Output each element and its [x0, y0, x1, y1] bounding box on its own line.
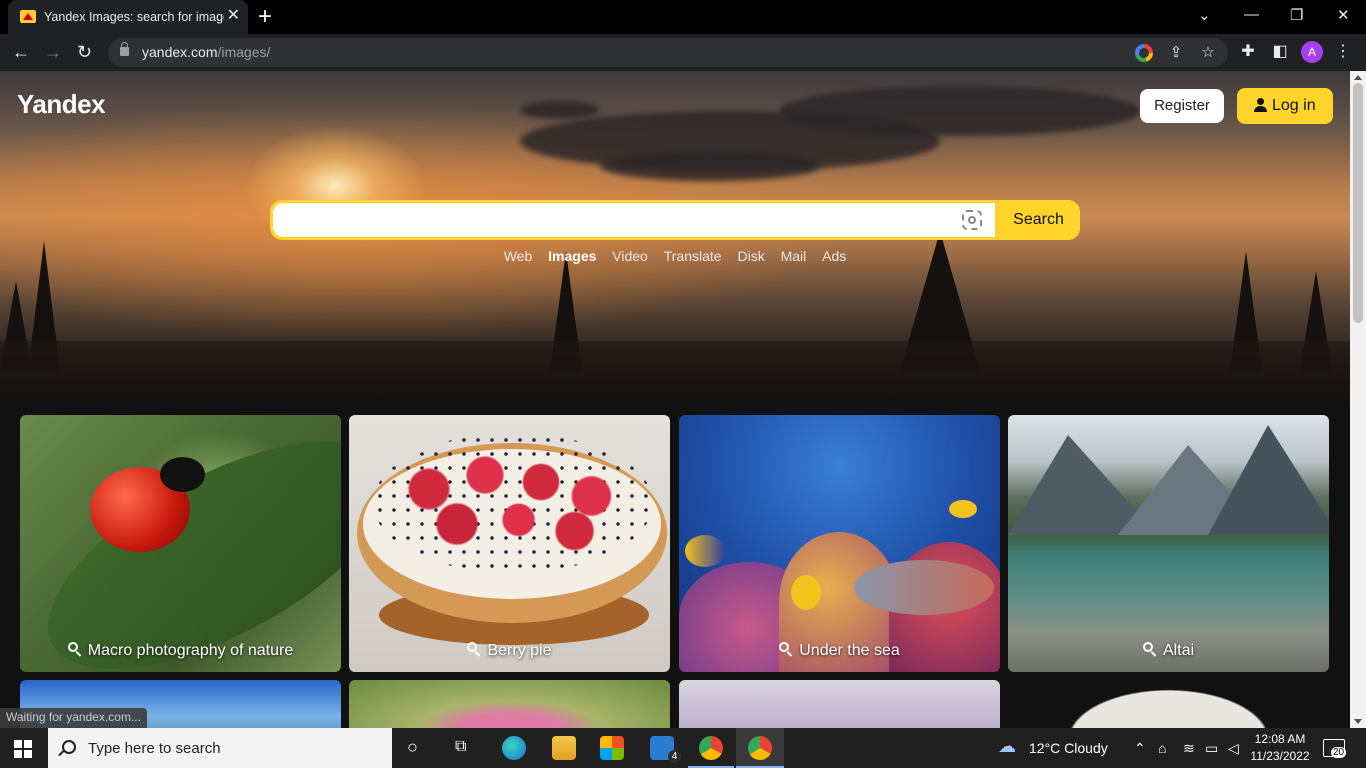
card-label-text: Under the sea [799, 642, 900, 659]
address-bar[interactable]: yandex.com/images/ ⇪ ☆ [108, 38, 1228, 67]
back-icon[interactable]: ← [12, 41, 30, 63]
services-nav: Web Images Video Translate Disk Mail Ads [0, 248, 1350, 264]
tray-chevron-up-icon[interactable]: ⌃ [1134, 740, 1146, 757]
image-card-row2-3[interactable] [679, 680, 1000, 728]
card-label: Altai [1008, 642, 1329, 660]
extensions-puzzle-icon[interactable]: ✚ [1237, 41, 1259, 63]
yandex-logo[interactable]: Yandex [17, 89, 106, 120]
notification-count: 20 [1331, 747, 1347, 758]
scrollbar-thumb[interactable] [1353, 83, 1363, 323]
nav-disk[interactable]: Disk [737, 248, 764, 264]
url-host: yandex.com [142, 44, 218, 60]
scroll-down-icon[interactable] [1354, 719, 1362, 724]
restore-icon[interactable]: ❐ [1290, 6, 1303, 24]
card-label: Berry pie [349, 642, 670, 660]
search-form: Search [270, 200, 1080, 240]
card-label-text: Berry pie [487, 642, 552, 659]
chrome-profile-icon[interactable] [748, 736, 772, 760]
status-bar: Waiting for yandex.com... [0, 708, 147, 728]
yandex-images-favicon-icon [20, 10, 36, 23]
chrome-menu-icon[interactable]: ⋮ [1332, 41, 1354, 63]
card-label: Macro photography of nature [20, 642, 341, 660]
url-path: /images/ [217, 44, 271, 60]
task-view-icon[interactable]: ⧉ [455, 738, 466, 756]
close-tab-icon[interactable]: ✕ [227, 7, 240, 25]
clock-date: 11/23/2022 [1250, 749, 1310, 763]
image-card-row2-4[interactable] [1008, 680, 1329, 728]
wifi-icon[interactable]: ≋ [1183, 740, 1195, 757]
nav-mail[interactable]: Mail [781, 248, 807, 264]
battery-icon[interactable]: ▭ [1205, 740, 1218, 757]
volume-icon[interactable]: ◁ [1228, 740, 1239, 757]
search-icon [779, 642, 793, 656]
minimize-icon[interactable]: — [1244, 6, 1259, 23]
cloudy-weather-icon[interactable]: ☁ [998, 736, 1016, 757]
taskbar-search-placeholder: Type here to search [88, 740, 221, 757]
side-panel-icon[interactable]: ◧ [1269, 41, 1291, 63]
search-input[interactable] [273, 203, 995, 237]
camera-search-icon[interactable] [962, 210, 982, 230]
browser-toolbar: ← → ↻ yandex.com/images/ ⇪ ☆ ✚ ◧ A ⋮ [0, 34, 1366, 71]
scroll-up-icon[interactable] [1354, 75, 1362, 80]
nav-web[interactable]: Web [504, 248, 533, 264]
clock-time: 12:08 AM [1254, 732, 1306, 746]
image-card-macro[interactable]: Macro photography of nature [20, 415, 341, 672]
tab-title: Yandex Images: search for images [44, 10, 224, 24]
weather-text[interactable]: 12°C Cloudy [1029, 740, 1108, 756]
share-icon[interactable]: ⇪ [1167, 44, 1185, 62]
search-icon [1142, 642, 1157, 656]
profile-avatar[interactable]: A [1301, 41, 1323, 63]
nav-translate[interactable]: Translate [664, 248, 722, 264]
search-button[interactable]: Search [997, 200, 1080, 240]
image-card-under-the-sea[interactable]: Under the sea [679, 415, 1000, 672]
search-icon [467, 642, 481, 656]
nav-ads[interactable]: Ads [822, 248, 846, 264]
close-window-icon[interactable]: ✕ [1337, 6, 1350, 24]
page-viewport: Yandex Register Log in Search Web Images… [0, 71, 1350, 728]
bookmark-star-icon[interactable]: ☆ [1199, 44, 1217, 62]
meet-now-icon[interactable]: ⌂ [1158, 740, 1166, 756]
card-label-text: Altai [1162, 642, 1195, 659]
windows-taskbar: Type here to search ○ ⧉ 4 ☁ 12°C Cloudy … [0, 728, 1366, 768]
lock-icon [120, 42, 129, 56]
search-icon [67, 642, 82, 656]
card-label: Under the sea [679, 642, 1000, 660]
card-label-text: Macro photography of nature [87, 642, 294, 659]
browser-tab[interactable]: Yandex Images: search for images ✕ [8, 0, 248, 34]
register-button[interactable]: Register [1140, 89, 1224, 123]
login-label: Log in [1272, 97, 1316, 114]
image-card-berry-pie[interactable]: Berry pie [349, 415, 670, 672]
taskbar-search-box[interactable]: Type here to search [48, 728, 392, 768]
taskbar-clock[interactable]: 12:08 AM 11/23/2022 [1248, 731, 1312, 765]
user-icon [1254, 98, 1267, 112]
browser-tab-strip: Yandex Images: search for images ✕ + ⌄ —… [0, 0, 1366, 34]
edge-icon[interactable] [502, 736, 526, 760]
forward-icon[interactable]: → [44, 41, 62, 63]
chrome-icon[interactable] [699, 736, 723, 760]
windows-start-icon[interactable] [14, 740, 32, 758]
url-text: yandex.com/images/ [142, 44, 270, 60]
page-scrollbar[interactable] [1350, 71, 1366, 728]
cortana-icon[interactable]: ○ [407, 737, 418, 758]
image-card-row2-2[interactable] [349, 680, 670, 728]
microsoft-store-icon[interactable] [600, 736, 624, 760]
reload-icon[interactable]: ↻ [77, 41, 92, 63]
leaf-image [20, 415, 341, 672]
login-button[interactable]: Log in [1237, 88, 1333, 124]
tab-search-chevron-icon[interactable]: ⌄ [1198, 6, 1211, 24]
ladybug-image [90, 457, 205, 552]
new-tab-button[interactable]: + [258, 4, 272, 30]
google-lens-icon[interactable] [1135, 44, 1153, 62]
search-icon [62, 740, 76, 754]
nav-images[interactable]: Images [548, 248, 596, 264]
file-explorer-icon[interactable] [552, 736, 576, 760]
image-card-altai[interactable]: Altai [1008, 415, 1329, 672]
nav-video[interactable]: Video [612, 248, 648, 264]
berries-image [373, 433, 653, 573]
mail-badge: 4 [668, 750, 681, 763]
